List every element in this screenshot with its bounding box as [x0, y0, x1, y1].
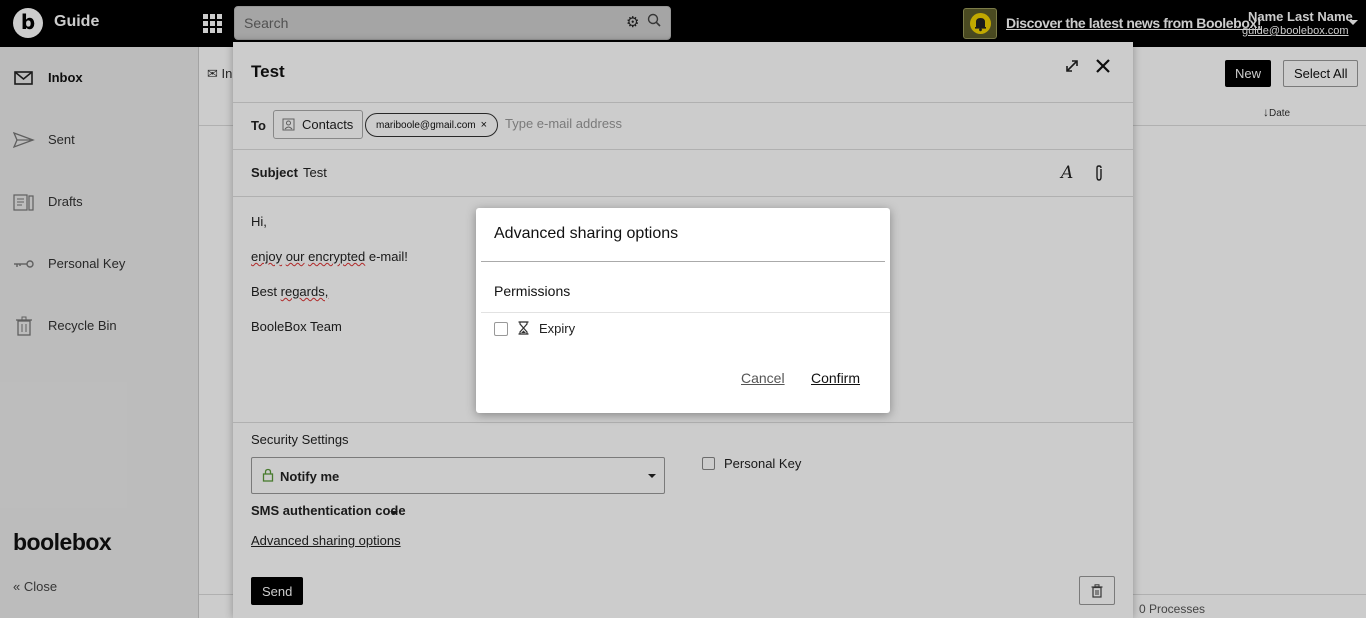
cancel-button[interactable]: Cancel — [741, 370, 785, 386]
expiry-label: Expiry — [539, 321, 576, 336]
confirm-button[interactable]: Confirm — [811, 370, 860, 386]
dialog-title: Advanced sharing options — [494, 225, 679, 242]
hourglass-icon — [518, 321, 529, 335]
permissions-heading: Permissions — [494, 283, 571, 299]
expiry-checkbox[interactable] — [494, 322, 508, 336]
divider — [481, 261, 885, 262]
divider — [481, 312, 890, 313]
advanced-sharing-dialog: Advanced sharing options Permissions Exp… — [476, 208, 890, 413]
